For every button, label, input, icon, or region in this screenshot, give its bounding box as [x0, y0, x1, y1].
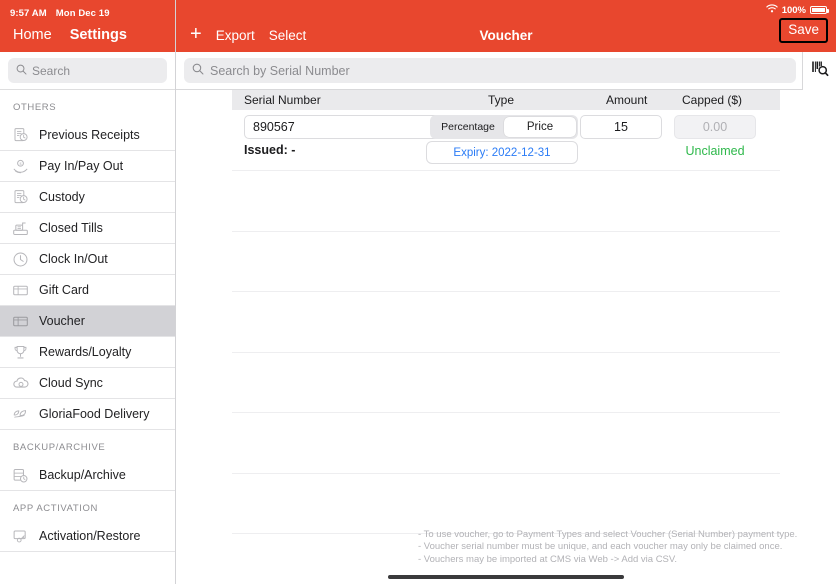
main-panel: 100% + Export Select Voucher Save Search…	[176, 0, 836, 584]
column-header-amount: Amount	[606, 93, 648, 107]
search-icon	[16, 64, 27, 78]
leaf-icon	[11, 405, 30, 424]
search-placeholder: Search by Serial Number	[210, 63, 350, 78]
type-option-percentage[interactable]: Percentage	[432, 117, 504, 137]
save-button[interactable]: Save	[779, 18, 828, 43]
table-row-empty	[232, 232, 780, 292]
sidebar-item-label: Clock In/Out	[39, 252, 108, 266]
column-header-serial-number: Serial Number	[244, 93, 321, 107]
sidebar-item-gloriafood-delivery[interactable]: GloriaFood Delivery	[0, 399, 175, 430]
sidebar-search-input[interactable]: Search	[8, 58, 167, 83]
sidebar-item-gift-card[interactable]: Gift Card	[0, 275, 175, 306]
receipt-clock-icon	[11, 188, 30, 207]
status-date: Mon Dec 19	[55, 7, 110, 19]
sidebar-item-label: Backup/Archive	[39, 468, 126, 482]
card-icon	[11, 281, 30, 300]
voucher-toolbar: + Export Select Voucher	[176, 22, 836, 52]
sidebar-item-label: Voucher	[39, 314, 85, 328]
select-button[interactable]: Select	[269, 28, 307, 43]
sidebar: 9:57 AM Mon Dec 19 Home Settings Search …	[0, 0, 176, 584]
export-button[interactable]: Export	[216, 28, 255, 43]
table-row-empty	[232, 474, 780, 534]
status-bar-left: 9:57 AM Mon Dec 19	[0, 5, 175, 21]
voucher-table: Serial Number Type Amount Capped ($) 890…	[176, 90, 836, 584]
footer-notes: - To use voucher, go to Payment Types an…	[418, 529, 797, 567]
sidebar-search-container: Search	[0, 52, 175, 90]
sidebar-section-others-title: OTHERS	[0, 90, 175, 120]
sidebar-item-rewards-loyalty[interactable]: Rewards/Loyalty	[0, 337, 175, 368]
sidebar-item-activation-restore[interactable]: Activation/Restore	[0, 521, 175, 552]
table-row-empty	[232, 353, 780, 413]
top-bar: 100% + Export Select Voucher Save	[176, 0, 836, 52]
footer-note: - To use voucher, go to Payment Types an…	[418, 528, 798, 540]
save-button-label: Save	[788, 22, 819, 37]
sidebar-section-activation-title: APP ACTIVATION	[0, 491, 175, 521]
sidebar-item-label: Rewards/Loyalty	[39, 345, 132, 359]
column-header-capped: Capped ($)	[682, 93, 743, 107]
expiry-button[interactable]: Expiry: 2022-12-31	[426, 141, 578, 164]
database-clock-icon	[11, 466, 30, 485]
clock-icon	[11, 250, 30, 269]
sidebar-item-backup-archive[interactable]: Backup/Archive	[0, 460, 175, 491]
type-segmented-control[interactable]: Percentage Price	[430, 115, 578, 139]
status-time: 9:57 AM	[10, 7, 47, 19]
table-row-empty	[232, 292, 780, 353]
column-header-type: Type	[488, 93, 515, 107]
battery-icon	[810, 6, 829, 14]
cloud-sync-icon	[11, 374, 30, 393]
sidebar-section-backup-title: BACKUP/ARCHIVE	[0, 430, 175, 460]
trophy-icon	[11, 343, 30, 362]
footer-note: - Voucher serial number must be unique, …	[418, 541, 783, 552]
status-bar-right: 100%	[765, 4, 829, 16]
receipt-clock-icon	[11, 126, 30, 145]
barcode-scan-button[interactable]	[802, 51, 836, 90]
sidebar-header: 9:57 AM Mon Dec 19 Home Settings	[0, 0, 175, 52]
nav-settings-button[interactable]: Settings	[70, 27, 127, 43]
home-indicator[interactable]	[388, 575, 624, 579]
nav-home-button[interactable]: Home	[13, 27, 52, 43]
sidebar-search-placeholder: Search	[32, 63, 71, 78]
sidebar-item-label: Pay In/Pay Out	[39, 159, 124, 173]
search-icon	[192, 63, 204, 78]
sidebar-item-closed-tills[interactable]: Closed Tills	[0, 213, 175, 244]
sidebar-item-label: Gift Card	[39, 283, 90, 297]
sidebar-item-label: Previous Receipts	[39, 128, 140, 142]
sidebar-list: OTHERS Previous Receipts $ Pay In/Pay Ou…	[0, 90, 175, 584]
sidebar-item-label: Custody	[39, 190, 85, 204]
device-key-icon	[11, 527, 30, 546]
sidebar-item-voucher[interactable]: Voucher	[0, 306, 175, 337]
serial-number-input[interactable]: 890567	[244, 115, 446, 139]
capped-input: 0.00	[674, 115, 756, 139]
amount-input[interactable]: 15	[580, 115, 662, 139]
plus-icon[interactable]: +	[190, 24, 202, 46]
sidebar-item-cloud-sync[interactable]: Cloud Sync	[0, 368, 175, 399]
search-input[interactable]: Search by Serial Number	[184, 58, 796, 83]
issued-label: Issued: -	[244, 143, 296, 157]
table-row-empty	[232, 171, 780, 232]
sidebar-item-label: Activation/Restore	[39, 529, 141, 543]
status-badge: Unclaimed	[685, 144, 745, 158]
battery-percent: 100%	[781, 4, 806, 16]
type-option-price[interactable]: Price	[504, 117, 576, 137]
sidebar-item-pay-in-pay-out[interactable]: $ Pay In/Pay Out	[0, 151, 175, 182]
sidebar-nav: Home Settings	[0, 21, 175, 43]
sidebar-item-label: Closed Tills	[39, 221, 103, 235]
footer-note: - Vouchers may be imported at CMS via We…	[418, 553, 677, 565]
hand-coin-icon: $	[11, 157, 30, 176]
barcode-scan-icon	[810, 58, 830, 83]
wifi-icon	[765, 4, 778, 16]
table-header-row: Serial Number Type Amount Capped ($)	[232, 90, 780, 110]
search-row: Search by Serial Number	[176, 51, 836, 90]
card-icon	[11, 312, 30, 331]
sidebar-item-label: GloriaFood Delivery	[39, 407, 150, 421]
sidebar-item-clock-in-out[interactable]: Clock In/Out	[0, 244, 175, 275]
sidebar-item-custody[interactable]: Custody	[0, 182, 175, 213]
cash-register-icon	[11, 219, 30, 238]
sidebar-item-label: Cloud Sync	[39, 376, 103, 390]
sidebar-item-previous-receipts[interactable]: Previous Receipts	[0, 120, 175, 151]
table-row-empty	[232, 413, 780, 474]
app-root: 9:57 AM Mon Dec 19 Home Settings Search …	[0, 0, 836, 584]
table-body: 890567 Percentage Price 15 0.00 Issued: …	[232, 110, 780, 584]
table-row[interactable]: 890567 Percentage Price 15 0.00 Issued: …	[232, 110, 780, 171]
